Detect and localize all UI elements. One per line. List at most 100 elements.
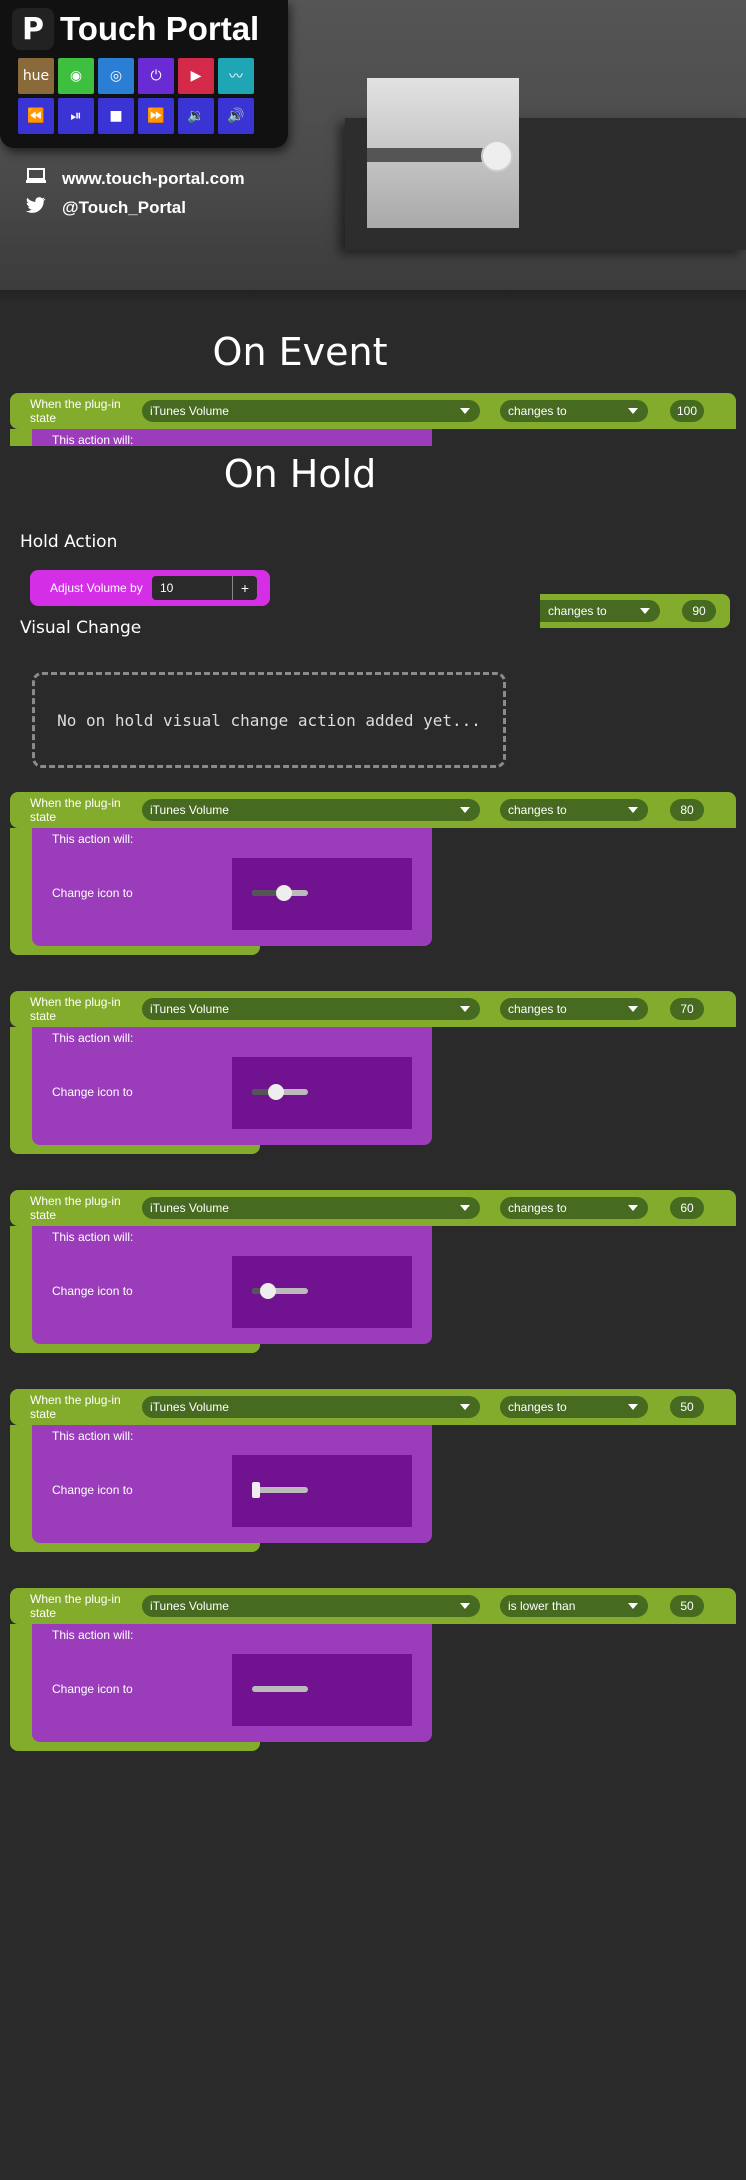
change-icon-label: Change icon to [52,1483,133,1497]
change-icon-action[interactable]: This action will: Change icon to [32,822,432,946]
app-logo: P Touch Portal [12,8,259,50]
value-field[interactable]: 50 [670,1595,704,1617]
icon-preview[interactable] [232,1256,412,1328]
state-select[interactable]: iTunes Volume [142,998,480,1020]
volume-up-icon[interactable]: 🔊 [218,98,254,134]
value-field[interactable]: 70 [670,998,704,1020]
increment-button[interactable]: + [232,576,257,600]
condition-value: changes to [508,1400,567,1414]
uplay-icon[interactable]: ◎ [98,58,134,94]
value-field[interactable]: 80 [670,799,704,821]
event-block: This action will:Change icon toWhen the … [10,1588,736,1751]
condition-value: changes to [508,404,567,418]
slider-knob [481,140,513,172]
header-shadow [0,290,746,302]
condition-select[interactable]: changes to [540,600,660,622]
when-label: When the plug-in state [30,1393,121,1421]
change-icon-action[interactable]: This action will: Change icon to [32,1618,432,1742]
chevron-down-icon [628,408,638,414]
chevron-down-icon [460,408,470,414]
chevron-down-icon [628,1603,638,1609]
icon-preview[interactable] [232,1455,412,1527]
icon-preview[interactable] [232,1057,412,1129]
on-event-title: On Event [212,330,388,374]
icon-preview[interactable] [232,1654,412,1726]
state-select[interactable]: iTunes Volume [142,1595,480,1617]
value-field[interactable]: 60 [670,1197,704,1219]
change-icon-action[interactable]: This action will: Change icon to [32,1220,432,1344]
event-block: This action will: Change icon to When the … [10,991,736,1154]
power-icon[interactable]: ⏻ [138,58,174,94]
state-select[interactable]: iTunes Volume [142,1396,480,1418]
play-pause-icon[interactable]: ⏯ [58,98,94,134]
state-value: iTunes Volume [150,1201,229,1215]
fast-forward-icon[interactable]: ⏩ [138,98,174,134]
twitter-link[interactable]: @Touch_Portal [26,197,186,218]
website-link[interactable]: www.touch-portal.com [26,168,245,189]
twitter-text: @Touch_Portal [62,197,186,217]
empty-message: No on hold visual change action added ye… [57,710,481,730]
state-select[interactable]: iTunes Volume [142,1197,480,1219]
event-block: This action will:Change icon toWhen the … [10,792,736,955]
chevron-down-icon [640,608,650,614]
icon-preview[interactable] [232,858,412,930]
adjust-volume-action[interactable]: Adjust Volume by 10 + [30,570,270,606]
condition-select[interactable]: changes to [500,799,648,821]
button-grid: hue ◉ ◎ ⏻ ▶ 〰 ⏪ ⏯ ■ ⏩ 🔉 🔊 [18,58,256,134]
chevron-down-icon [628,1205,638,1211]
value-field[interactable]: 100 [670,400,704,422]
condition-select[interactable]: changes to [500,1396,648,1418]
chevron-down-icon [460,1603,470,1609]
volume-step-input[interactable]: 10 [152,576,232,600]
change-icon-action[interactable]: This action will: Change icon to [32,1419,432,1543]
mini-slider-knob [268,1084,284,1100]
stop-icon[interactable]: ■ [98,98,134,134]
condition-value: changes to [508,803,567,817]
condition-value: changes to [508,1002,567,1016]
phone-mockup: P Touch Portal hue ◉ ◎ ⏻ ▶ 〰 ⏪ ⏯ ■ ⏩ 🔉 🔊 [0,0,288,148]
rewind-icon[interactable]: ⏪ [18,98,54,134]
spotify-icon[interactable]: ◉ [58,58,94,94]
condition-select[interactable]: changes to [500,400,648,422]
when-label: When the plug-in state [30,397,121,425]
condition-value: is lower than [508,1599,576,1613]
condition-select[interactable]: changes to [500,1197,648,1219]
empty-visual-change-dropzone[interactable]: No on hold visual change action added ye… [32,672,506,768]
change-icon-action[interactable]: This action will: Change icon to [32,1021,432,1145]
touch-portal-logo-icon: P [12,8,54,50]
event-block: This action will: Change icon to When the … [10,1389,736,1552]
chevron-down-icon [460,807,470,813]
condition-select[interactable]: is lower than [500,1595,648,1617]
chevron-down-icon [460,1205,470,1211]
event-trigger-bar: When the plug-in state iTunes Volume chang… [10,991,736,1027]
condition-select[interactable]: changes to [500,998,648,1020]
event-trigger-bar: When the plug-in state iTunes Volume is lo… [10,1588,736,1624]
chevron-down-icon [460,1404,470,1410]
waveform-icon[interactable]: 〰 [218,58,254,94]
chevron-down-icon [628,1006,638,1012]
hue-icon[interactable]: hue [18,58,54,94]
state-value: iTunes Volume [150,803,229,817]
event-trigger-bar: When the plug-in state iTunes Volume chang… [10,393,736,429]
state-select[interactable]: iTunes Volume [142,400,480,422]
value-field[interactable]: 50 [670,1396,704,1418]
volume-down-icon[interactable]: 🔉 [178,98,214,134]
change-icon-label: Change icon to [52,886,133,900]
visual-change-label: Visual Change [20,618,142,638]
event-block: This action will:Change icon toWhen the … [10,393,736,556]
condition-value: changes to [508,1201,567,1215]
action-will-label: This action will: [52,1429,134,1443]
value-field[interactable]: 90 [682,600,716,622]
state-select[interactable]: iTunes Volume [142,799,480,821]
change-icon-label: Change icon to [52,1085,133,1099]
state-value: iTunes Volume [150,1002,229,1016]
youtube-icon[interactable]: ▶ [178,58,214,94]
partially-hidden-event-bar: changes to 90 [540,594,730,628]
event-trigger-bar: When the plug-in state iTunes Volume chang… [10,1389,736,1425]
chevron-down-icon [628,1404,638,1410]
action-will-label: This action will: [52,1031,134,1045]
change-icon-label: Change icon to [52,1284,133,1298]
mini-slider-knob [252,1482,260,1498]
state-value: iTunes Volume [150,1599,229,1613]
twitter-icon [26,197,46,218]
